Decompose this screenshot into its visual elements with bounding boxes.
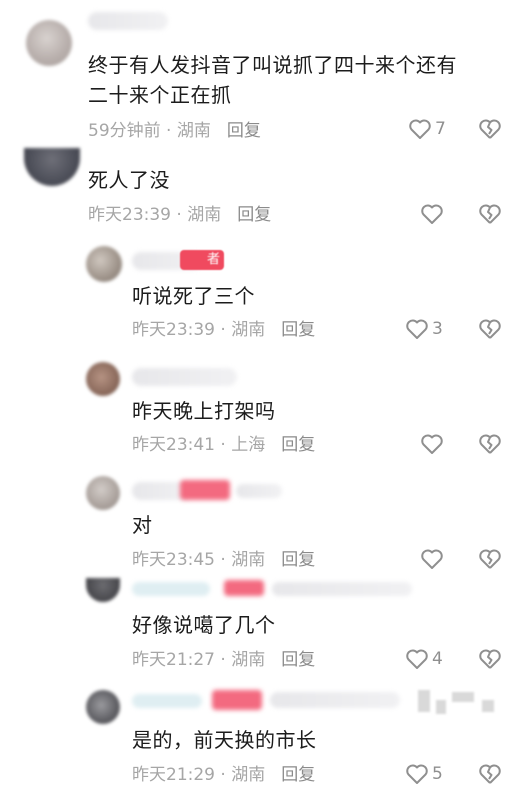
username-blurred[interactable]: [132, 368, 237, 386]
comment-text: 昨天晚上打架吗: [132, 399, 276, 423]
reply-button[interactable]: 回复: [281, 435, 315, 455]
avatar[interactable]: [26, 20, 72, 66]
heart-outline-icon: [406, 764, 428, 784]
comment-meta: 昨天21:27 · 湖南 回复: [132, 650, 316, 670]
reply-button[interactable]: 回复: [281, 765, 315, 785]
heart-outline-icon: [421, 549, 443, 569]
avatar[interactable]: [86, 578, 120, 602]
comment-time: 59分钟前: [88, 121, 161, 141]
like-button[interactable]: [420, 548, 444, 570]
comment-text: 对: [132, 513, 153, 537]
comment-text: 死人了没: [88, 168, 170, 192]
username-blurred[interactable]: [132, 582, 210, 596]
comment-text: 是的，前天换的市长: [132, 728, 317, 752]
heart-outline-icon: [421, 434, 443, 454]
comment-location: 湖南: [176, 121, 211, 141]
comment-location: 上海: [231, 435, 266, 455]
comment-location: 湖南: [231, 765, 266, 785]
comment-meta: 昨天23:39 · 湖南 回复: [88, 205, 272, 225]
username-blurred: [236, 484, 282, 498]
like-count: 7: [435, 119, 446, 139]
reply-button[interactable]: 回复: [227, 121, 261, 141]
username-blurred[interactable]: [88, 12, 168, 30]
comment-text: 听说死了三个: [132, 284, 255, 308]
reply-button[interactable]: 回复: [281, 550, 315, 570]
like-button[interactable]: 3: [405, 318, 443, 340]
broken-heart-icon[interactable]: [478, 763, 502, 785]
like-button[interactable]: 5: [405, 763, 443, 785]
comment-time: 昨天23:41: [132, 435, 215, 455]
heart-outline-icon: [409, 119, 431, 139]
comment-time: 昨天23:39: [132, 320, 215, 340]
avatar[interactable]: [86, 476, 120, 510]
broken-heart-icon[interactable]: [478, 118, 502, 140]
heart-outline-icon: [421, 204, 443, 224]
broken-heart-icon[interactable]: [478, 648, 502, 670]
comment-location: 湖南: [231, 320, 266, 340]
pixelated-text: [436, 700, 446, 714]
comment-location: 湖南: [231, 650, 266, 670]
heart-outline-icon: [406, 319, 428, 339]
pixelated-text: [418, 690, 430, 712]
comment-time: 昨天23:45: [132, 550, 215, 570]
comment-time: 昨天23:39: [88, 205, 171, 225]
like-count: 5: [432, 764, 443, 784]
like-count: 3: [432, 319, 443, 339]
author-badge: [212, 690, 262, 710]
reply-button[interactable]: 回复: [281, 650, 315, 670]
comment-meta: 昨天23:41 · 上海 回复: [132, 435, 316, 455]
comment-meta: 昨天21:29 · 湖南 回复: [132, 765, 316, 785]
like-button[interactable]: 7: [408, 118, 446, 140]
comment-time: 昨天21:27: [132, 650, 215, 670]
comment-text: 好像说噶了几个: [132, 613, 276, 637]
broken-heart-icon[interactable]: [478, 433, 502, 455]
broken-heart-icon[interactable]: [478, 203, 502, 225]
like-button[interactable]: 4: [405, 648, 443, 670]
author-badge: [180, 480, 230, 500]
like-button[interactable]: [420, 433, 444, 455]
broken-heart-icon[interactable]: [478, 318, 502, 340]
reply-button[interactable]: 回复: [281, 320, 315, 340]
comment-location: 湖南: [187, 205, 222, 225]
reply-button[interactable]: 回复: [237, 205, 271, 225]
username-blurred: [272, 582, 412, 596]
comment-meta: 59分钟前 · 湖南 回复: [88, 121, 261, 141]
avatar[interactable]: [86, 246, 122, 282]
like-count: 4: [432, 649, 443, 669]
like-button[interactable]: [420, 203, 444, 225]
comment-time: 昨天21:29: [132, 765, 215, 785]
avatar[interactable]: [86, 690, 120, 724]
comment-meta: 昨天23:39 · 湖南 回复: [132, 320, 316, 340]
username-blurred[interactable]: [132, 694, 202, 708]
comment-meta: 昨天23:45 · 湖南 回复: [132, 550, 316, 570]
comment-text: 终于有人发抖音了叫说抓了四十来个还有 二十来个正在抓: [88, 53, 457, 107]
author-badge: [224, 580, 264, 596]
avatar[interactable]: [86, 362, 120, 396]
heart-outline-icon: [406, 649, 428, 669]
author-badge: 者: [180, 250, 224, 270]
avatar[interactable]: [24, 148, 80, 186]
username-blurred: [270, 692, 400, 708]
broken-heart-icon[interactable]: [478, 548, 502, 570]
pixelated-text: [452, 692, 474, 702]
comment-location: 湖南: [231, 550, 266, 570]
pixelated-text: [482, 700, 494, 712]
